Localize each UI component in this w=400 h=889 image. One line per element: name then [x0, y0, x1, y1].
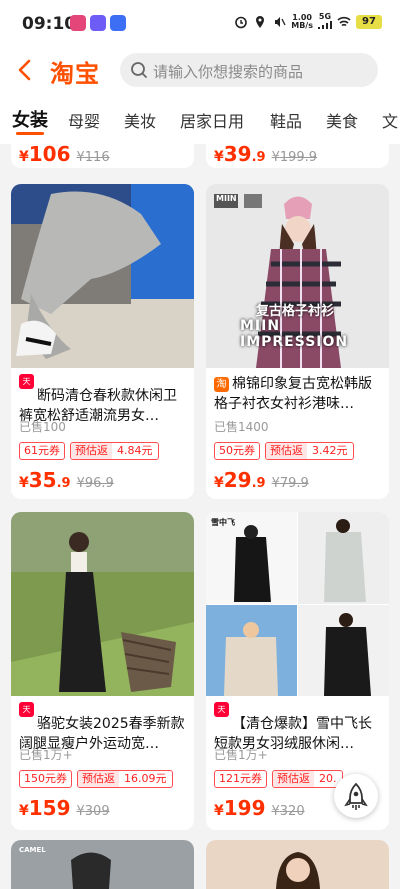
product-title[interactable]: 淘棉锦印象复古宽松韩版格子衬衣女衬衫港味… — [214, 374, 384, 414]
tab-mother-baby[interactable]: 母婴 — [68, 108, 100, 132]
notification-icons — [70, 15, 126, 31]
back-arrow-icon[interactable] — [14, 56, 38, 84]
tmall-badge: 天猫 — [19, 374, 34, 401]
rebate-tag: 预估返 3.42元 — [265, 442, 354, 460]
previous-row-partial: ¥106 ¥116 ¥39.9 ¥199.9 — [0, 142, 400, 172]
category-tabs: 女装 母婴 美妆 居家日用 鞋品 美食 文 — [0, 94, 400, 144]
app-notification-icon — [110, 15, 126, 31]
tab-shoes[interactable]: 鞋品 — [270, 108, 302, 132]
image-caption-english: MIIN IMPRESSION — [240, 318, 349, 350]
app-notification-icon — [90, 15, 106, 31]
brand-label: CAMEL — [19, 846, 46, 854]
rocket-icon — [344, 782, 368, 810]
rebate-tag: 预估返 16.09元 — [77, 770, 173, 788]
product-card[interactable]: MIIN 复古格子衬衫 MIIN IMPRESSION 淘棉锦印象复古宽松韩版格… — [206, 184, 389, 499]
coupon-tag[interactable]: 150元券 — [19, 770, 72, 788]
product-image[interactable] — [11, 512, 194, 696]
tab-beauty[interactable]: 美妆 — [124, 108, 156, 132]
image-caption: 复古格子衬衫 — [256, 304, 335, 319]
rebate-tag: 预估返 20. — [272, 770, 343, 788]
sold-count: 已售1400 — [214, 420, 269, 434]
product-image[interactable]: 雪中飞 — [206, 512, 389, 696]
tab-home-goods[interactable]: 居家日用 — [180, 108, 244, 132]
product-card-partial[interactable]: ¥106 ¥116 — [11, 142, 194, 168]
coupon-tag[interactable]: 50元券 — [214, 442, 260, 460]
wifi-icon — [337, 16, 351, 27]
coupon-row: 121元券 预估返 20. — [214, 770, 343, 788]
tab-more[interactable]: 文 — [382, 108, 398, 132]
search-icon — [131, 62, 147, 78]
battery-indicator: 97 — [356, 15, 382, 29]
sold-count: 已售100 — [19, 420, 66, 434]
price: ¥159 ¥309 — [19, 796, 110, 820]
active-tab-indicator — [16, 132, 44, 135]
brand-label: 雪中飞 — [211, 518, 235, 527]
mute-icon — [275, 17, 286, 27]
price: ¥29.9 ¥79.9 — [214, 468, 309, 492]
tmall-badge: 天猫 — [214, 702, 229, 729]
location-icon — [256, 16, 265, 28]
rebate-tag: 预估返 4.84元 — [70, 442, 159, 460]
coupon-tag[interactable]: 121元券 — [214, 770, 267, 788]
brand-label: MIIN — [216, 194, 237, 203]
product-card-partial[interactable]: CAMEL — [11, 840, 194, 889]
product-image — [206, 840, 389, 889]
tab-food[interactable]: 美食 — [326, 108, 358, 132]
price: ¥199 ¥320 — [214, 796, 305, 820]
top-header: 淘宝 请输入你想搜索的商品 — [0, 46, 400, 94]
status-bar: 09:10 1.00 MB/s 5G 97 — [0, 0, 400, 46]
search-placeholder: 请输入你想搜索的商品 — [153, 63, 304, 81]
product-image[interactable] — [11, 184, 194, 368]
price: ¥35.9 ¥96.9 — [19, 468, 114, 492]
tab-women-clothing[interactable]: 女装 — [12, 106, 48, 132]
alarm-icon — [235, 16, 248, 29]
signal-indicator: 5G — [318, 13, 332, 31]
net-speed: 1.00 MB/s — [291, 13, 313, 30]
coupon-row: 61元券 预估返 4.84元 — [19, 442, 159, 460]
product-card[interactable]: 天猫 骆驼女装2025春季新款阔腿显瘦户外运动宽… 已售1万+ 150元券 预估返… — [11, 512, 194, 830]
signal-icon — [318, 21, 332, 29]
price: ¥106 ¥116 — [19, 142, 110, 166]
coupon-row: 50元券 预估返 3.42元 — [214, 442, 354, 460]
product-card-partial[interactable]: ¥39.9 ¥199.9 — [206, 142, 389, 168]
product-image[interactable]: MIIN 复古格子衬衫 MIIN IMPRESSION — [206, 184, 389, 368]
sold-count: 已售1万+ — [19, 748, 73, 762]
app-notification-icon — [70, 15, 86, 31]
product-card[interactable]: 天猫 断码清仓春秋款休闲卫裤宽松舒适潮流男女… 已售100 61元券 预估返 4.8… — [11, 184, 194, 499]
sold-count: 已售1万+ — [214, 748, 268, 762]
status-right: 1.00 MB/s 5G 97 — [234, 13, 382, 31]
price: ¥39.9 ¥199.9 — [214, 142, 318, 166]
coupon-row: 150元券 预估返 16.09元 — [19, 770, 173, 788]
search-bar[interactable]: 请输入你想搜索的商品 — [120, 53, 378, 87]
coupon-tag[interactable]: 61元券 — [19, 442, 65, 460]
taobao-badge: 淘 — [214, 377, 229, 392]
taobao-logo: 淘宝 — [50, 60, 100, 88]
product-card-partial[interactable] — [206, 840, 389, 889]
tmall-badge: 天猫 — [19, 702, 34, 729]
back-to-top-button[interactable] — [334, 774, 378, 818]
status-time: 09:10 — [22, 14, 77, 34]
